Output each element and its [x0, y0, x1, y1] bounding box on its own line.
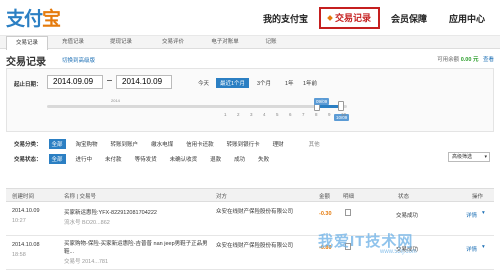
status-success[interactable]: 成功	[231, 154, 248, 164]
switch-advanced-link[interactable]: 切换到高级版	[62, 56, 95, 64]
col-action: 操作	[472, 194, 484, 200]
nav-app-center[interactable]: 应用中心	[438, 12, 496, 25]
chevron-down-icon[interactable]: ▾	[482, 244, 485, 250]
detail-icon[interactable]	[345, 209, 351, 216]
table-row[interactable]: 2014.10.08 18:58 买家购物-保险-买家新运惠险-吉普普 nan …	[6, 236, 494, 270]
row-time: 18:58	[12, 252, 26, 258]
row-amount: -0.30	[319, 211, 332, 217]
col-amount: 金额	[319, 194, 331, 200]
slider-tick-label: 8	[315, 112, 318, 117]
slider-tick-label: 1	[224, 112, 227, 117]
end-date-input[interactable]: 2014.10.09	[116, 75, 172, 89]
row-status: 交易成功	[396, 213, 419, 219]
slider-tick-label: 4	[263, 112, 266, 117]
table-row[interactable]: 2014.10.09 10:27 买家新运惠险:YFX-822912081704…	[6, 202, 494, 236]
range-last-month[interactable]: 最近1个月	[216, 78, 250, 88]
tab-bookkeeping[interactable]: 记账	[250, 36, 292, 49]
row-trade-no: 流水号 BO20...862	[64, 220, 110, 226]
row-party: 众安在线财产保险股份有限公司	[216, 209, 294, 215]
slider-tick-label: 10	[341, 112, 347, 117]
tab-statements[interactable]: 电子对账单	[204, 36, 246, 49]
range-before-1-year[interactable]: 1年前	[303, 79, 317, 87]
category-all[interactable]: 全部	[48, 139, 66, 149]
tab-recharge[interactable]: 充值记录	[52, 36, 94, 49]
category-transfer-account[interactable]: 转账到账户	[108, 139, 142, 149]
diamond-icon	[327, 15, 333, 21]
start-date-input[interactable]: 2014.09.09	[47, 75, 103, 89]
balance-view-link[interactable]: 查看	[483, 57, 494, 63]
slider-tick-label: 6	[289, 112, 292, 117]
site-watermark: 我爱IT技术网	[318, 233, 414, 250]
range-1-year[interactable]: 1年	[285, 79, 294, 87]
top-bar: 支付宝 我的支付宝 交易记录 会员保障 应用中心	[0, 0, 500, 36]
advanced-filter-label: 高级筛选	[452, 154, 473, 160]
slider-tick-label: 5	[276, 112, 279, 117]
balance-info: 可用余额 0.00 元 查看	[437, 55, 494, 63]
slider-tick-label: 2	[237, 112, 240, 117]
alipay-logo[interactable]: 支付宝	[6, 4, 61, 31]
row-name[interactable]: 买家购物-保险-买家新运惠险-吉普普 nan jeep男鞋子正品男鞋...	[64, 240, 209, 256]
date-label: 起止日期：	[14, 82, 42, 88]
col-created: 创建时间	[12, 194, 35, 200]
col-party: 对方	[216, 194, 228, 200]
row-detail-link[interactable]: 详情	[466, 245, 477, 253]
status-awaiting-shipment[interactable]: 等待发货	[132, 154, 160, 164]
main-nav: 我的支付宝 交易记录 会员保障 应用中心	[252, 0, 496, 36]
date-range-slider[interactable]	[47, 105, 347, 108]
slider-selected-range	[317, 105, 339, 108]
site-watermark-url: www.52ij.com	[380, 249, 417, 255]
status-unpaid[interactable]: 未付款	[102, 154, 125, 164]
category-transfer-bank[interactable]: 转账到银行卡	[224, 139, 263, 149]
col-name: 名称 | 交易号	[64, 194, 96, 200]
row-time: 10:27	[12, 218, 26, 224]
col-status: 状态	[398, 194, 410, 200]
col-detail: 明细	[343, 194, 355, 200]
status-label: 交易状态：	[14, 157, 42, 163]
category-taobao[interactable]: 淘宝购物	[73, 139, 101, 149]
slider-tick-label: 9	[328, 112, 331, 117]
range-3-months[interactable]: 3个月	[257, 79, 271, 87]
status-in-progress[interactable]: 进行中	[73, 154, 96, 164]
status-filter: 交易状态： 全部 进行中 未付款 等待发货 未确认收货 退款 成功 失败	[14, 154, 272, 164]
tab-withdraw[interactable]: 提现记录	[100, 36, 142, 49]
date-separator	[107, 80, 112, 81]
category-utilities[interactable]: 缴水电煤	[148, 139, 176, 149]
slider-start-badge: 09/09	[314, 98, 330, 105]
slider-year-label: 2014	[111, 98, 120, 103]
nav-my-alipay[interactable]: 我的支付宝	[252, 12, 319, 25]
page-title: 交易记录	[6, 57, 46, 68]
category-credit-card[interactable]: 信用卡还款	[183, 139, 217, 149]
status-all[interactable]: 全部	[48, 154, 66, 164]
range-today[interactable]: 今天	[198, 79, 209, 87]
slider-tick-label: 7	[302, 112, 305, 117]
tab-reviews[interactable]: 交易评价	[152, 36, 194, 49]
row-detail-link[interactable]: 详情	[466, 211, 477, 219]
balance-value: 0.00 元	[460, 57, 479, 63]
row-trade-no: 交易号 2014...781	[64, 259, 109, 265]
row-date: 2014.10.09	[12, 208, 40, 214]
category-filter: 交易分类： 全部 淘宝购物 转账到账户 缴水电煤 信用卡还款 转账到银行卡 理财…	[14, 139, 323, 149]
chevron-down-icon[interactable]: ▾	[482, 210, 485, 216]
chevron-down-icon: ▾	[484, 154, 487, 160]
status-failed[interactable]: 失败	[255, 154, 272, 164]
row-date: 2014.10.08	[12, 242, 40, 248]
nav-member-protection[interactable]: 会员保障	[380, 12, 438, 25]
nav-transactions[interactable]: 交易记录	[318, 7, 380, 29]
row-party: 众安在线财产保险股份有限公司	[216, 243, 294, 249]
nav-transactions-label: 交易记录	[334, 13, 371, 23]
table-header: 创建时间 名称 | 交易号 对方 金额 明细 状态 操作	[6, 188, 494, 202]
category-finance[interactable]: 理财	[270, 139, 287, 149]
slider-end-handle[interactable]	[338, 101, 344, 111]
tab-transactions[interactable]: 交易记录	[6, 36, 48, 50]
sub-tab-bar: 交易记录 充值记录 提现记录 交易评价 电子对账单 记账	[0, 36, 500, 50]
category-label: 交易分类：	[14, 142, 42, 148]
category-more[interactable]: 其他	[306, 139, 323, 149]
row-name[interactable]: 买家新运惠险:YFX-822912081704222	[64, 208, 157, 216]
balance-label: 可用余额	[437, 57, 460, 63]
slider-tick-label: 3	[250, 112, 253, 117]
status-unconfirmed[interactable]: 未确认收货	[167, 154, 201, 164]
advanced-filter-select[interactable]: 高级筛选 ▾	[448, 152, 490, 162]
status-refund[interactable]: 退款	[207, 154, 224, 164]
